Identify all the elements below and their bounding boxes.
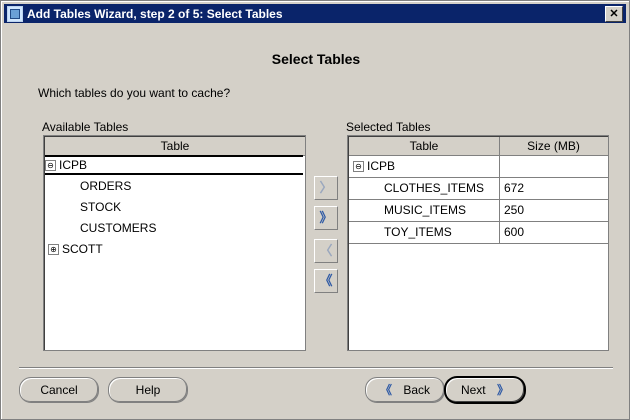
group-size-cell (500, 156, 607, 177)
group-label: ICPB (367, 159, 396, 173)
table-row[interactable]: CLOTHES_ITEMS 672 (349, 178, 608, 200)
footer-divider (19, 367, 613, 369)
tree-item-label: ICPB (59, 158, 88, 172)
tree-item-icpb[interactable]: ⊖ ICPB (45, 155, 303, 175)
tree-item-scott[interactable]: ⊕ SCOTT (48, 239, 103, 259)
table-name-cell: TOY_ITEMS (349, 222, 500, 243)
tree-item-label: ORDERS (80, 179, 132, 193)
wizard-window: Add Tables Wizard, step 2 of 5: Select T… (0, 0, 630, 420)
tree-item-label: CUSTOMERS (80, 221, 157, 235)
tree-item-stock[interactable]: STOCK (80, 197, 121, 217)
title-bar: Add Tables Wizard, step 2 of 5: Select T… (4, 4, 626, 23)
selected-tables-label: Selected Tables (346, 120, 431, 134)
selected-tables-panel: Table Size (MB) ⊖ ICPB CLOTHES_ITEMS 672 … (347, 135, 609, 351)
tree-item-customers[interactable]: CUSTOMERS (80, 218, 156, 238)
help-button[interactable]: Help (108, 377, 188, 403)
page-title: Select Tables (271, 51, 361, 67)
close-button[interactable]: ✕ (605, 5, 623, 22)
table-name: CLOTHES_ITEMS (384, 181, 485, 195)
collapse-icon[interactable]: ⊖ (45, 160, 56, 172)
next-button[interactable]: Next 》 (445, 377, 525, 403)
window-title: Add Tables Wizard, step 2 of 5: Select T… (27, 6, 283, 21)
add-all-button[interactable]: 》 (314, 206, 338, 230)
next-label: Next (460, 383, 486, 397)
remove-selected-button[interactable]: 〈 (314, 239, 338, 263)
table-name: TOY_ITEMS (384, 225, 452, 239)
size-cell: 672 (504, 181, 525, 195)
table-name-cell: CLOTHES_ITEMS (349, 178, 500, 199)
size-cell: 600 (504, 225, 525, 239)
instruction-text: Which tables do you want to cache? (38, 86, 231, 100)
column-header-size[interactable]: Size (MB) (500, 137, 607, 155)
back-label: Back (403, 383, 431, 397)
table-name: MUSIC_ITEMS (384, 203, 467, 217)
tree-item-label: STOCK (80, 200, 122, 214)
expand-icon[interactable]: ⊕ (48, 244, 59, 256)
table-name-cell: MUSIC_ITEMS (349, 200, 500, 221)
available-column-header[interactable]: Table (45, 137, 305, 156)
available-tables-panel: Table ⊖ ICPB ORDERS STOCK CUSTOMERS ⊕ SCOT… (43, 135, 306, 351)
remove-all-button[interactable]: 《 (314, 269, 338, 293)
add-selected-button[interactable]: 〉 (314, 176, 338, 200)
next-chevron-icon: 》 (497, 383, 510, 397)
size-cell: 250 (504, 203, 525, 217)
group-cell: ⊖ ICPB (349, 156, 500, 177)
app-icon (7, 5, 23, 22)
tree-item-orders[interactable]: ORDERS (80, 176, 131, 196)
column-header-table[interactable]: Table (349, 137, 500, 155)
back-chevron-icon: 《 (379, 383, 392, 397)
available-tables-label: Available Tables (42, 120, 129, 134)
tree-item-label: SCOTT (62, 242, 103, 256)
cancel-button[interactable]: Cancel (19, 377, 99, 403)
selected-header-row: Table Size (MB) (349, 137, 608, 156)
table-row[interactable]: MUSIC_ITEMS 250 (349, 200, 608, 222)
back-button[interactable]: 《 Back (365, 377, 445, 403)
collapse-icon[interactable]: ⊖ (353, 161, 364, 173)
table-row-group[interactable]: ⊖ ICPB (349, 156, 608, 178)
table-row[interactable]: TOY_ITEMS 600 (349, 222, 608, 244)
